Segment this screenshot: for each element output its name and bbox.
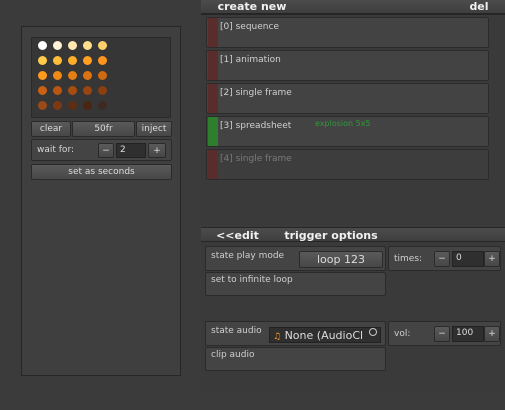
frames-button[interactable]: 50fr bbox=[72, 121, 135, 137]
create-new-button[interactable]: create new bbox=[201, 0, 303, 14]
trigger-options-tab[interactable]: trigger options bbox=[274, 228, 388, 243]
bottom-bar: <<edit trigger options bbox=[201, 227, 505, 242]
state-color-marker bbox=[208, 150, 218, 179]
sprite-frame-swatch[interactable] bbox=[98, 71, 107, 80]
sprite-frame-swatch[interactable] bbox=[68, 41, 77, 50]
state-list-item-extra: explosion 5x5 bbox=[315, 119, 371, 128]
clear-button[interactable]: clear bbox=[31, 121, 71, 137]
state-list: [0] sequence [1] animation [2] single fram… bbox=[201, 14, 505, 225]
times-input[interactable]: 0 bbox=[452, 251, 484, 267]
sprite-frame-swatch[interactable] bbox=[98, 86, 107, 95]
audio-label: state audio bbox=[211, 326, 262, 336]
sprite-frame-swatch[interactable] bbox=[53, 86, 62, 95]
wait-row: wait for: − 2 + bbox=[31, 139, 172, 161]
sprite-frame-swatch[interactable] bbox=[38, 86, 47, 95]
inject-button[interactable]: inject bbox=[136, 121, 172, 137]
sprite-frame-swatch[interactable] bbox=[68, 71, 77, 80]
vol-minus-button[interactable]: − bbox=[434, 326, 450, 342]
sprite-frame-swatch[interactable] bbox=[53, 101, 62, 110]
vol-row: vol: − 100 + bbox=[388, 321, 501, 346]
sprite-frame-swatch[interactable] bbox=[98, 101, 107, 110]
sprite-frame-swatch[interactable] bbox=[83, 86, 92, 95]
wait-label: wait for: bbox=[37, 145, 75, 155]
times-row: times: − 0 + bbox=[388, 246, 501, 271]
wait-plus-button[interactable]: + bbox=[148, 143, 166, 158]
state-color-marker bbox=[208, 117, 218, 146]
set-as-seconds-button[interactable]: set as seconds bbox=[31, 164, 172, 180]
state-list-item-label: [0] sequence bbox=[220, 22, 279, 32]
vol-label: vol: bbox=[394, 329, 411, 339]
audio-clip-value: None (AudioCl bbox=[284, 329, 364, 342]
times-plus-button[interactable]: + bbox=[484, 251, 500, 267]
sprite-frame-swatch[interactable] bbox=[98, 56, 107, 65]
sprite-frame-swatch[interactable] bbox=[38, 71, 47, 80]
sprite-frame-swatch[interactable] bbox=[83, 56, 92, 65]
vol-plus-button[interactable]: + bbox=[484, 326, 500, 342]
play-mode-label: state play mode bbox=[211, 251, 285, 261]
edit-tab[interactable]: <<edit bbox=[201, 228, 274, 243]
state-list-item[interactable]: [3] spreadsheet explosion 5x5 bbox=[206, 116, 489, 147]
play-mode-row: state play mode loop 123 bbox=[205, 246, 386, 271]
sprite-frame-swatch[interactable] bbox=[53, 71, 62, 80]
state-list-item[interactable]: [2] single frame bbox=[206, 83, 489, 114]
top-bar: create new del bbox=[201, 0, 505, 14]
wait-minus-button[interactable]: − bbox=[98, 143, 114, 158]
audio-field[interactable]: ♫ None (AudioCl bbox=[269, 327, 381, 343]
sprite-frame-swatch[interactable] bbox=[53, 41, 62, 50]
audio-clip-icon: ♫ bbox=[273, 332, 282, 342]
sprite-frame-swatch[interactable] bbox=[83, 71, 92, 80]
infinite-loop-button[interactable]: set to infinite loop bbox=[205, 272, 386, 296]
times-label: times: bbox=[394, 254, 423, 264]
sprite-frame-swatch[interactable] bbox=[38, 101, 47, 110]
sprite-frame-swatch[interactable] bbox=[98, 41, 107, 50]
state-list-item-label: [3] spreadsheet bbox=[220, 121, 292, 131]
play-mode-button[interactable]: loop 123 bbox=[299, 251, 383, 268]
sprite-frame-swatch[interactable] bbox=[38, 56, 47, 65]
sprite-panel: clear 50fr inject wait for: − 2 + set as… bbox=[21, 26, 181, 376]
state-color-marker bbox=[208, 84, 218, 113]
state-options: state play mode loop 123 times: − 0 + se… bbox=[201, 242, 505, 392]
state-list-item[interactable]: [4] single frame bbox=[206, 149, 489, 180]
wait-input[interactable]: 2 bbox=[116, 143, 146, 158]
sprite-frame-swatch[interactable] bbox=[68, 86, 77, 95]
vol-input[interactable]: 100 bbox=[452, 326, 484, 342]
state-list-item[interactable]: [0] sequence bbox=[206, 17, 489, 48]
infinite-loop-label: set to infinite loop bbox=[211, 275, 293, 285]
state-list-item-label: [1] animation bbox=[220, 55, 281, 65]
object-picker-icon[interactable] bbox=[369, 328, 377, 336]
sprite-frame-swatch[interactable] bbox=[68, 56, 77, 65]
sprite-frame-swatch[interactable] bbox=[68, 101, 77, 110]
sprite-frame-swatch[interactable] bbox=[53, 56, 62, 65]
times-minus-button[interactable]: − bbox=[434, 251, 450, 267]
clip-audio-label: clip audio bbox=[211, 350, 255, 360]
sprite-frame-swatch[interactable] bbox=[83, 41, 92, 50]
sprite-frame-swatch[interactable] bbox=[83, 101, 92, 110]
sprite-frame-swatch[interactable] bbox=[38, 41, 47, 50]
audio-row: state audio ♫ None (AudioCl bbox=[205, 321, 386, 346]
state-list-item-label: [2] single frame bbox=[220, 88, 292, 98]
sprite-swatch-grid[interactable] bbox=[31, 37, 171, 118]
state-list-item-label: [4] single frame bbox=[220, 154, 292, 164]
state-list-item[interactable]: [1] animation bbox=[206, 50, 489, 81]
state-color-marker bbox=[208, 18, 218, 47]
state-color-marker bbox=[208, 51, 218, 80]
clip-audio-button[interactable]: clip audio bbox=[205, 347, 386, 371]
del-button[interactable]: del bbox=[453, 0, 505, 14]
